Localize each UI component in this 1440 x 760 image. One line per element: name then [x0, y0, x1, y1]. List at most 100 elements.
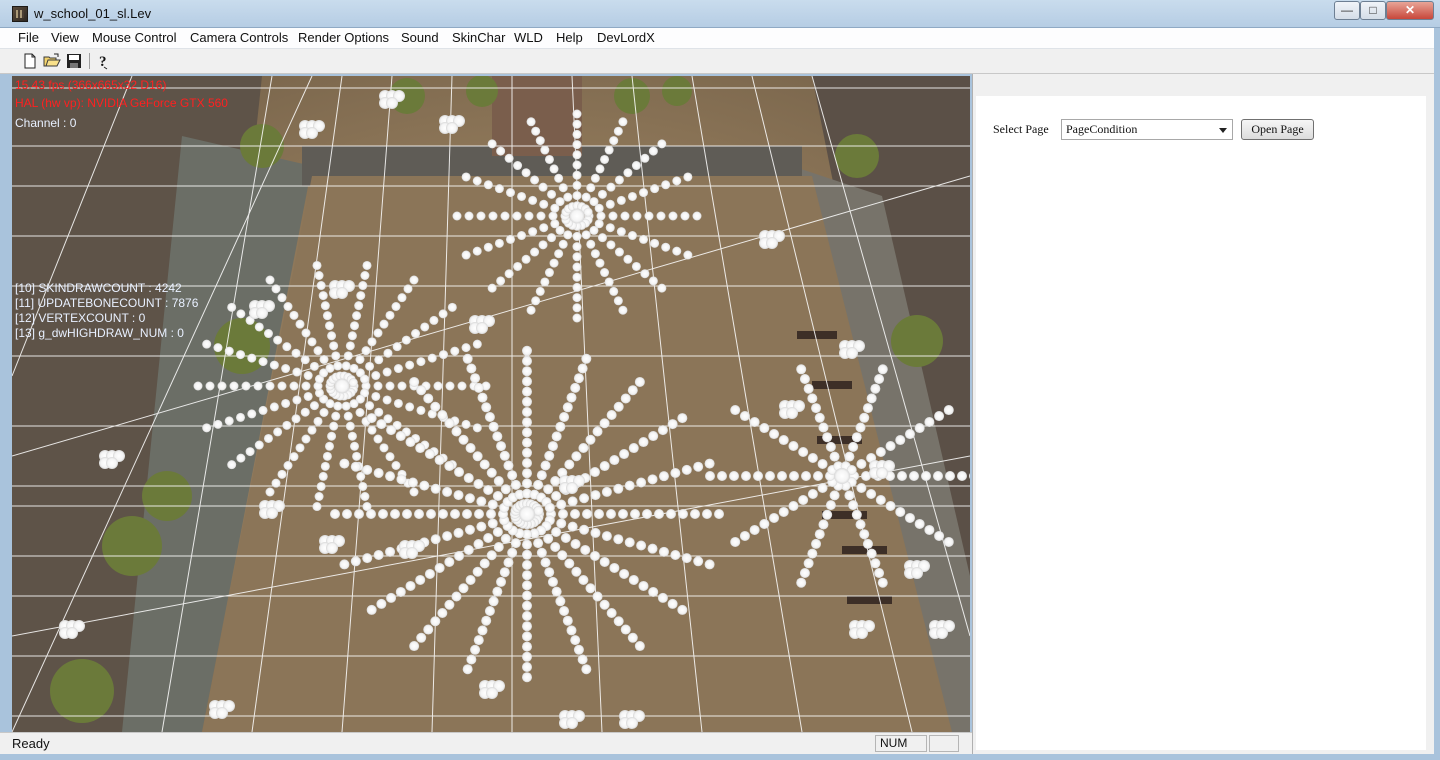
particle — [360, 271, 370, 281]
particle — [247, 353, 257, 363]
new-file-icon[interactable] — [21, 52, 39, 70]
particle — [392, 342, 402, 352]
particle — [614, 175, 624, 185]
particle — [547, 189, 557, 199]
particle — [423, 624, 434, 635]
particle — [224, 416, 234, 426]
particle — [266, 507, 278, 519]
particle — [407, 477, 418, 488]
maximize-button[interactable]: □ — [1360, 1, 1386, 20]
menu-wld[interactable]: WLD — [514, 30, 543, 45]
particle — [483, 242, 493, 252]
particle — [885, 500, 896, 511]
particle — [943, 536, 954, 547]
particle — [263, 433, 273, 443]
particle — [348, 378, 358, 388]
particle — [522, 621, 532, 632]
particle — [522, 641, 532, 652]
particle — [572, 180, 582, 190]
particle — [229, 381, 239, 391]
menu-camera-controls[interactable]: Camera Controls — [190, 30, 288, 45]
particle — [371, 391, 381, 401]
close-button[interactable]: ✕ — [1386, 1, 1434, 20]
menu-sound[interactable]: Sound — [401, 30, 439, 45]
particle — [444, 461, 455, 472]
particle — [803, 383, 814, 394]
particle — [778, 506, 789, 517]
particle — [859, 529, 870, 540]
particle — [620, 624, 631, 635]
particle — [442, 531, 453, 542]
particle — [522, 345, 532, 356]
menu-devlordx[interactable]: DevLordX — [597, 30, 655, 45]
help-icon[interactable]: ? — [95, 52, 113, 70]
minimize-button[interactable]: — — [1334, 1, 1360, 20]
menu-view[interactable]: View — [51, 30, 79, 45]
particle — [466, 363, 477, 374]
particle — [401, 335, 411, 345]
open-folder-icon[interactable] — [43, 52, 61, 70]
particle — [345, 341, 355, 351]
particle — [397, 381, 407, 391]
particle — [583, 207, 593, 217]
particle — [538, 240, 548, 250]
particle — [605, 199, 615, 209]
page-select-dropdown[interactable]: PageCondition — [1061, 119, 1233, 140]
particle — [627, 385, 638, 396]
particle — [487, 139, 497, 149]
particle — [547, 576, 558, 587]
particle — [472, 246, 482, 256]
particle — [483, 485, 494, 496]
particle — [556, 518, 567, 529]
particle — [678, 509, 688, 519]
menu-file[interactable]: File — [18, 30, 39, 45]
particle — [627, 632, 638, 643]
particle — [538, 182, 548, 192]
particle — [473, 538, 484, 549]
particle — [358, 481, 368, 491]
menu-mouse-control[interactable]: Mouse Control — [92, 30, 177, 45]
menu-skinchar[interactable]: SkinChar — [452, 30, 505, 45]
particle — [766, 237, 778, 249]
status-text: Ready — [12, 736, 50, 751]
particle — [618, 117, 628, 127]
particle — [551, 491, 562, 502]
particle — [406, 547, 418, 559]
particle — [564, 459, 575, 470]
particle — [265, 381, 275, 391]
save-icon[interactable] — [65, 52, 83, 70]
particle — [640, 153, 650, 163]
particle — [601, 486, 612, 497]
particle — [409, 275, 419, 285]
particle — [282, 420, 292, 430]
particle — [786, 407, 798, 419]
particle — [522, 651, 532, 662]
particle — [522, 447, 532, 458]
particle — [590, 490, 601, 501]
particle — [517, 231, 527, 241]
particle — [322, 311, 332, 321]
particle — [627, 231, 637, 241]
particle — [213, 419, 223, 429]
particle — [433, 381, 443, 391]
particle — [848, 500, 859, 511]
particle — [202, 423, 212, 433]
particle — [365, 361, 375, 371]
chevron-down-icon[interactable] — [1219, 128, 1227, 133]
menu-render-options[interactable]: Render Options — [298, 30, 389, 45]
particle — [885, 441, 896, 452]
particle — [702, 509, 712, 519]
menu-help[interactable]: Help — [556, 30, 583, 45]
3d-viewport[interactable]: 15.43 fps (366x665x32 D16) HAL (hw vp): … — [12, 76, 970, 732]
particle — [430, 534, 441, 545]
particle — [749, 524, 760, 535]
particle — [414, 509, 424, 519]
particle — [306, 127, 318, 139]
open-page-button[interactable]: Open Page — [1241, 119, 1314, 140]
particle — [430, 483, 441, 494]
particle — [319, 354, 329, 364]
particle — [445, 381, 455, 391]
particle — [666, 509, 676, 519]
particle — [533, 538, 544, 549]
particle — [324, 441, 334, 451]
